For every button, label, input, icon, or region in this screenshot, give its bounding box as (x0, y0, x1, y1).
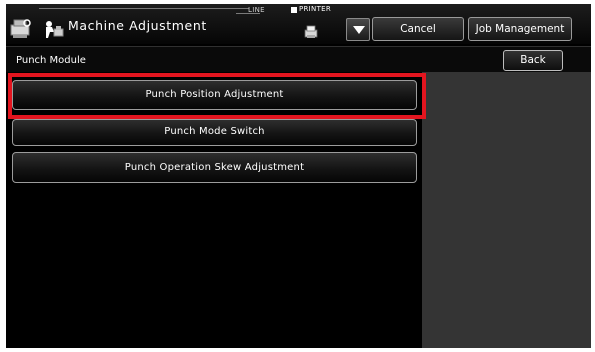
device-screen: Machine Adjustment LINE PRINTER Cancel J… (6, 4, 591, 348)
punch-mode-switch-button[interactable]: Punch Mode Switch (12, 119, 417, 146)
status-dropdown-button[interactable] (346, 18, 370, 41)
breadcrumb: Punch Module Back (6, 46, 591, 73)
dropdown-triangle-icon (353, 26, 365, 34)
menu-item-label: Punch Position Adjustment (145, 89, 284, 100)
screen-title: Machine Adjustment (68, 18, 207, 33)
menu-item-label: Punch Mode Switch (164, 126, 265, 137)
breadcrumb-label: Punch Module (16, 55, 86, 66)
menu-list: Punch Position Adjustment Punch Mode Swi… (6, 72, 426, 348)
top-bar: Machine Adjustment LINE PRINTER Cancel J… (6, 4, 591, 44)
line-status-label: LINE (248, 6, 265, 14)
menu-item-label: Punch Operation Skew Adjustment (124, 162, 305, 173)
machine-settings-icon (10, 19, 31, 38)
back-button[interactable]: Back (503, 50, 563, 71)
punch-position-adjustment-button[interactable]: Punch Position Adjustment (12, 80, 417, 110)
cancel-button[interactable]: Cancel (372, 17, 464, 41)
adjustment-icon (46, 21, 64, 38)
printer-status-indicator (291, 7, 297, 13)
content-area: Punch Position Adjustment Punch Mode Swi… (6, 72, 591, 348)
printer-icon (304, 25, 318, 38)
job-management-button[interactable]: Job Management (468, 17, 572, 41)
punch-operation-skew-adjustment-button[interactable]: Punch Operation Skew Adjustment (12, 152, 417, 183)
printer-status-label: PRINTER (299, 5, 332, 13)
